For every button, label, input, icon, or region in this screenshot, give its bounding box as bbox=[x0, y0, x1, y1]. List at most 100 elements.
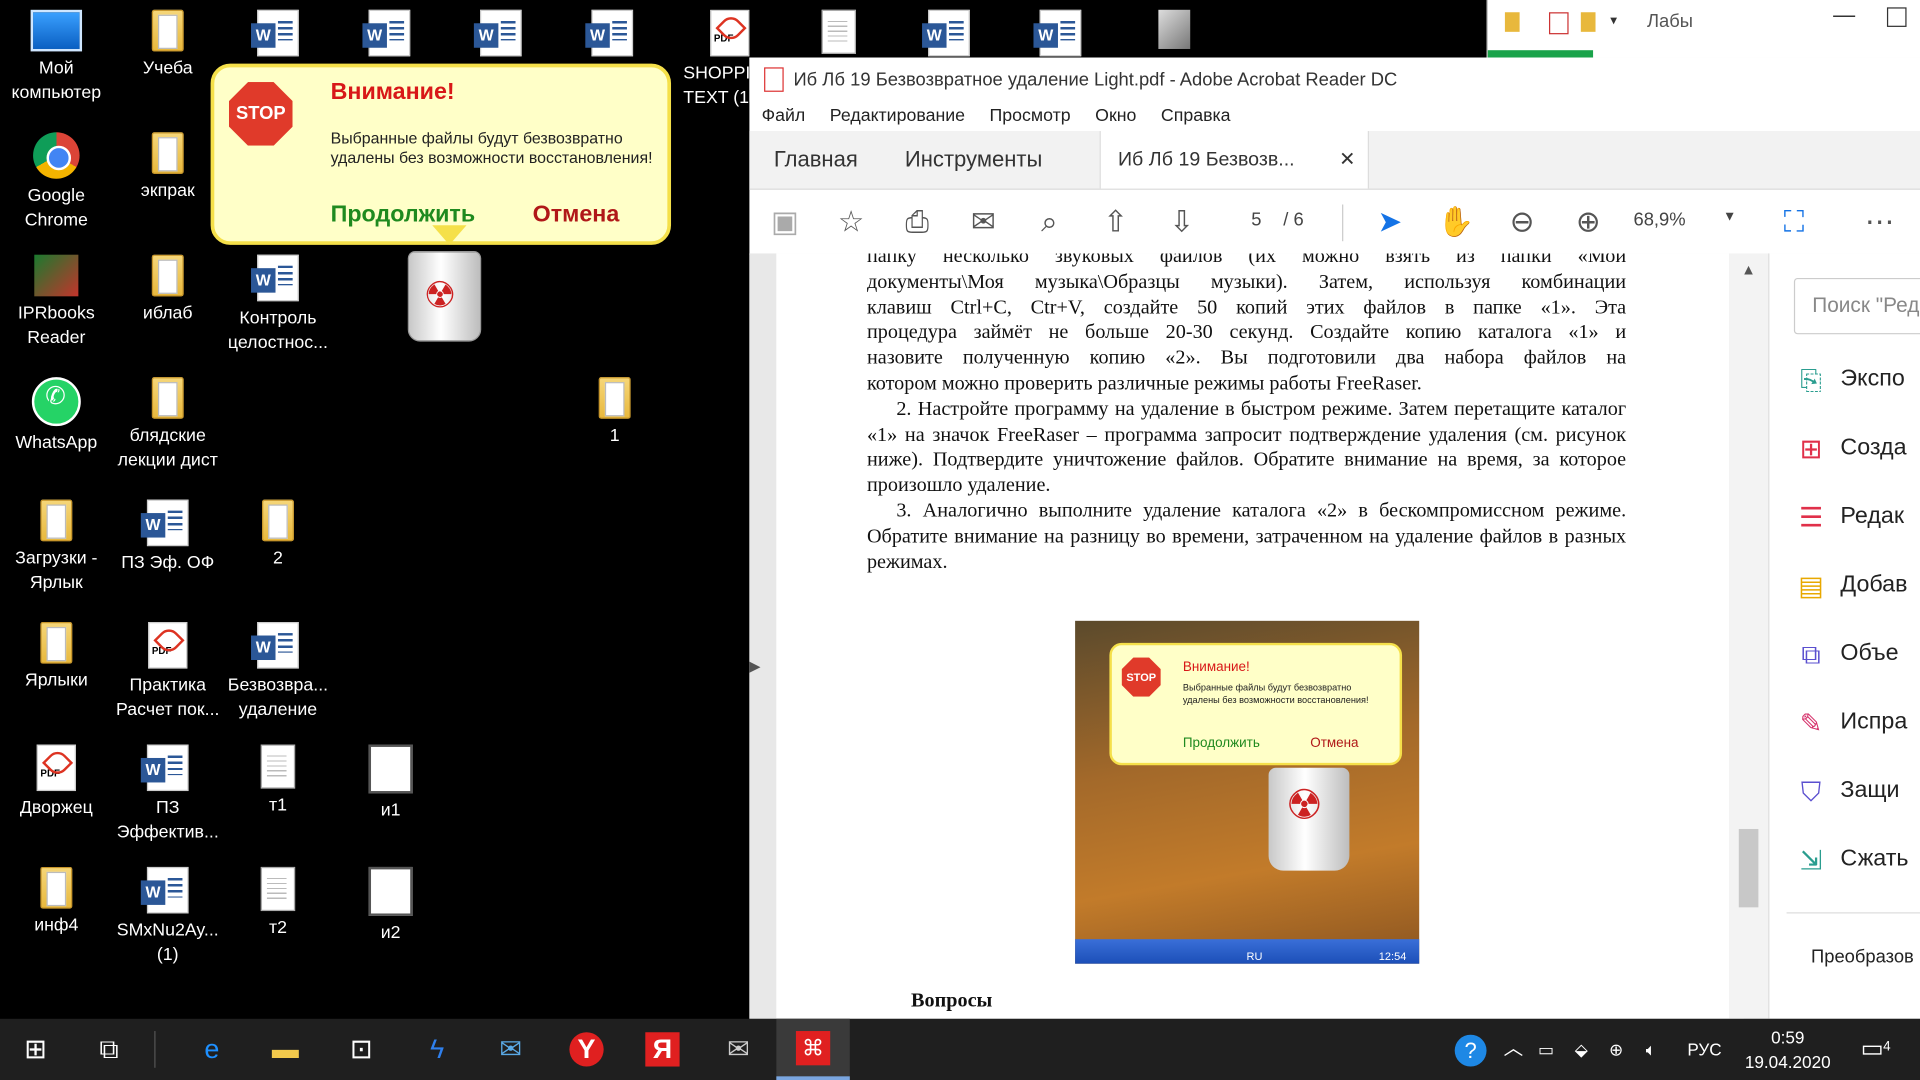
menu-view[interactable]: Просмотр bbox=[990, 107, 1071, 127]
desktop-icon-i2[interactable]: и2 bbox=[337, 866, 445, 945]
desktop-icon-smxnu2ay[interactable]: SMxNu2Ay... (1) bbox=[114, 866, 222, 967]
desktop-icon-word-6[interactable] bbox=[1007, 9, 1115, 61]
battery-icon[interactable]: ▭ bbox=[1538, 1019, 1554, 1080]
desktop-icon-pz-ef[interactable]: ПЗ Эф. ОФ bbox=[114, 499, 222, 576]
email-icon[interactable]: ✉ bbox=[962, 202, 1004, 244]
tool-fill-sign[interactable]: ✎ Испра bbox=[1794, 707, 1920, 744]
desktop-icon-doc-1[interactable] bbox=[785, 9, 893, 59]
save-icon[interactable]: ▣ bbox=[764, 202, 806, 244]
desktop-icon-folder-2[interactable]: 2 bbox=[224, 499, 332, 571]
maximize-button[interactable] bbox=[1886, 7, 1907, 27]
task-view-icon[interactable]: ⧉ bbox=[88, 1029, 130, 1071]
desktop-icon-whatsapp[interactable]: ✆ WhatsApp bbox=[2, 377, 110, 455]
freeraser-bin-icon[interactable] bbox=[407, 251, 482, 342]
desktop-icon-word-3[interactable] bbox=[447, 9, 555, 61]
app-lightning-icon[interactable]: ϟ bbox=[416, 1029, 458, 1071]
email-client-icon[interactable]: ✉ bbox=[718, 1029, 760, 1071]
dropdown-icon[interactable]: ▾ bbox=[1610, 12, 1617, 28]
desktop-icon-chrome[interactable]: Google Chrome bbox=[2, 132, 110, 232]
file-explorer-icon[interactable]: ▬ bbox=[264, 1029, 306, 1071]
zoom-out-icon[interactable]: ⊖ bbox=[1501, 202, 1543, 244]
convert-promo-text[interactable]: Преобразов bbox=[1811, 947, 1914, 968]
zoom-search-icon[interactable]: ⌕ bbox=[1029, 202, 1071, 244]
desktop-icon-my-computer[interactable]: Мой компьютер bbox=[2, 9, 110, 106]
desktop-icon-word-5[interactable] bbox=[895, 9, 1003, 61]
desktop-icon-iprbooks[interactable]: IPRbooks Reader bbox=[2, 254, 110, 351]
tool-combine[interactable]: ⧉ Объе bbox=[1794, 638, 1920, 675]
prev-page-icon[interactable]: ⇧ bbox=[1095, 202, 1137, 244]
bookmark-star-icon[interactable]: ☆ bbox=[830, 202, 872, 244]
scrollbar-thumb[interactable] bbox=[1738, 828, 1759, 908]
desktop-icon-ucheba[interactable]: Учеба bbox=[114, 9, 222, 81]
hand-tool-icon[interactable]: ✋ bbox=[1435, 202, 1477, 244]
notifications-icon[interactable]: ▭ 4 bbox=[1851, 1029, 1893, 1071]
desktop-icon-word-2[interactable] bbox=[336, 9, 444, 61]
tab-tools[interactable]: Инструменты bbox=[905, 131, 1042, 189]
store-icon[interactable]: ⊡ bbox=[340, 1029, 382, 1071]
clock[interactable]: 0:59 19.04.2020 bbox=[1739, 1025, 1837, 1074]
desktop-icon-folder-1[interactable]: 1 bbox=[561, 377, 669, 448]
properties-icon[interactable] bbox=[1548, 12, 1569, 35]
print-icon[interactable]: ⎙ bbox=[896, 202, 938, 244]
desktop-icon-praktika[interactable]: Практика Расчет пок... bbox=[114, 622, 222, 722]
help-icon[interactable]: ? bbox=[1450, 1029, 1492, 1071]
menu-help[interactable]: Справка bbox=[1161, 107, 1231, 127]
desktop-icon-pz-effektiv[interactable]: ПЗ Эффектив... bbox=[114, 744, 222, 844]
desktop-icon-ekprak[interactable]: экпрак bbox=[114, 132, 222, 203]
yandex-icon[interactable]: Я bbox=[642, 1029, 684, 1071]
desktop-icon-dvorzhec[interactable]: Дворжец bbox=[2, 744, 110, 820]
menu-file[interactable]: Файл bbox=[762, 107, 806, 127]
tool-create[interactable]: ⊞ Созда bbox=[1794, 432, 1920, 469]
collapse-left-icon[interactable]: ▶ bbox=[749, 658, 766, 675]
vertical-scrollbar[interactable]: ▲ bbox=[1728, 253, 1769, 1019]
desktop-icon-word-1[interactable] bbox=[224, 9, 332, 61]
select-cursor-icon[interactable]: ➤ bbox=[1369, 202, 1411, 244]
dropbox-icon[interactable]: ⬙ bbox=[1575, 1019, 1588, 1080]
desktop-icon-lekcii[interactable]: блядские лекции дист bbox=[114, 377, 222, 473]
tool-compress[interactable]: ⇲ Сжать bbox=[1794, 844, 1920, 881]
desktop-icon-t2[interactable]: т2 bbox=[224, 866, 332, 940]
keyboard-language[interactable]: РУС bbox=[1687, 1019, 1721, 1080]
desktop-icon-t1[interactable]: т1 bbox=[224, 744, 332, 817]
more-options-icon[interactable]: ⋯ bbox=[1859, 202, 1901, 244]
network-globe-icon[interactable]: ⊕ bbox=[1609, 1019, 1623, 1080]
next-page-icon[interactable]: ⇩ bbox=[1161, 202, 1203, 244]
menu-window[interactable]: Окно bbox=[1095, 107, 1136, 127]
windows-start-icon[interactable]: ⊞ bbox=[15, 1029, 57, 1071]
desktop-icon-word-4[interactable] bbox=[558, 9, 666, 61]
mail-icon[interactable]: ✉ bbox=[490, 1029, 532, 1071]
tool-protect[interactable]: ⛉ Защи bbox=[1794, 775, 1920, 812]
acrobat-taskbar-icon[interactable]: ⌘ bbox=[776, 1018, 850, 1080]
desktop-icon-archive[interactable] bbox=[1120, 9, 1228, 54]
continue-button[interactable]: Продолжить bbox=[331, 202, 476, 229]
tools-search-input[interactable]: Поиск "Ред bbox=[1793, 277, 1920, 335]
desktop-icon-i1[interactable]: и1 bbox=[337, 744, 445, 822]
chevron-up-icon[interactable]: ︿ bbox=[1504, 1019, 1524, 1080]
page-number-input[interactable]: 5 bbox=[1232, 209, 1281, 230]
close-tab-icon[interactable]: ✕ bbox=[1339, 131, 1355, 189]
tool-export[interactable]: ⎘ Экспо bbox=[1794, 364, 1920, 401]
edge-icon[interactable]: e bbox=[191, 1029, 233, 1071]
desktop-icon-bezvozvr[interactable]: Безвозвра... удаление bbox=[224, 622, 332, 722]
desktop-icon-iblab[interactable]: иблаб bbox=[114, 254, 222, 326]
new-folder-icon[interactable] bbox=[1580, 12, 1596, 32]
tool-edit[interactable]: ☰ Редак bbox=[1794, 501, 1920, 538]
tab-home[interactable]: Главная bbox=[774, 131, 858, 189]
desktop-icon-yarlyki[interactable]: Ярлыки bbox=[2, 622, 110, 693]
fit-page-icon[interactable]: ⛶ bbox=[1773, 202, 1815, 244]
volume-icon[interactable]: 🔈︎ bbox=[1646, 1019, 1656, 1080]
minimize-button[interactable]: — bbox=[1833, 2, 1855, 28]
zoom-in-icon[interactable]: ⊕ bbox=[1567, 202, 1609, 244]
yandex-browser-icon[interactable]: Y bbox=[566, 1029, 608, 1071]
scroll-up-icon[interactable]: ▲ bbox=[1741, 261, 1756, 278]
cancel-button[interactable]: Отмена bbox=[533, 202, 620, 229]
tab-document[interactable]: Иб Лб 19 Безвозв... ✕ bbox=[1099, 131, 1369, 189]
zoom-select[interactable]: 68,9% ▼ bbox=[1633, 209, 1743, 230]
menu-edit[interactable]: Редактирование bbox=[830, 107, 965, 127]
desktop-icon-downloads[interactable]: Загрузки - Ярлык bbox=[2, 499, 110, 596]
tool-comment[interactable]: ▤ Добав bbox=[1794, 569, 1920, 606]
document-viewport[interactable]: ▶ папку несколько звуковых файлов (их мо… bbox=[749, 253, 1769, 1019]
desktop-icon-inf4[interactable]: инф4 bbox=[2, 866, 110, 938]
desktop-icon-shopping-text[interactable]: SHOPPI TEXT (1 bbox=[671, 9, 750, 110]
desktop-icon-kontrol[interactable]: Контроль целостнос... bbox=[224, 254, 332, 355]
